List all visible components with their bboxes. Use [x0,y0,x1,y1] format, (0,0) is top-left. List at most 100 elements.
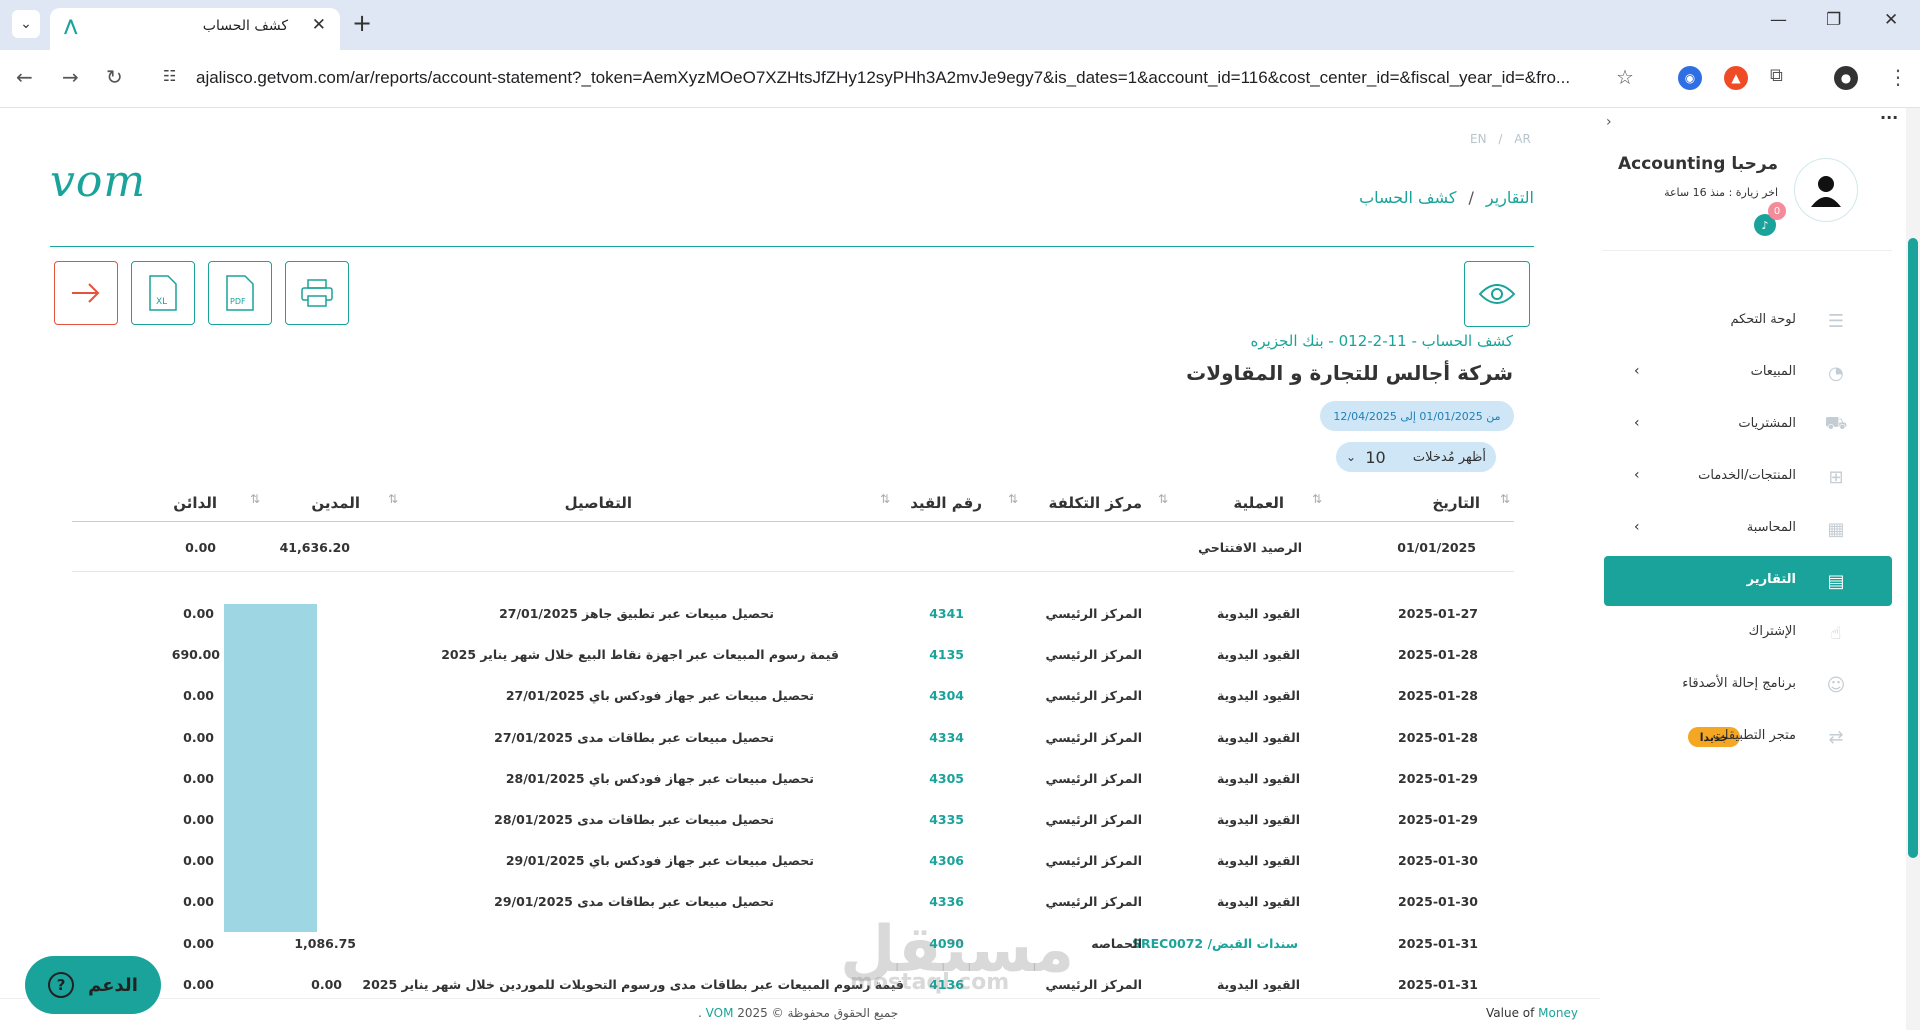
sort-icon[interactable]: ⇅ [1158,492,1168,506]
forward-icon[interactable]: → [62,65,79,89]
vom-logo[interactable]: vom [50,156,146,207]
tab-close-icon[interactable]: ✕ [312,15,326,35]
sidebar-item-purchases[interactable]: ‹ المشتريات ⛟ [1604,400,1892,450]
sidebar-item-label: المشتريات [1738,416,1796,431]
row-entry-no[interactable]: 4306 [929,853,964,868]
tagline-money: Money [1538,1006,1578,1020]
breadcrumb-reports-link[interactable]: التقارير [1486,188,1534,207]
sort-icon[interactable]: ⇅ [250,492,260,506]
row-date: 2025-01-31 [1398,935,1478,951]
footer-vom-link[interactable]: VOM [706,1006,734,1020]
user-avatar[interactable] [1794,158,1858,222]
extensions-puzzle-icon[interactable]: ⧉ [1770,65,1783,86]
col-date[interactable]: التاريخ [1432,494,1480,512]
new-tab-icon[interactable]: + [352,9,372,37]
row-cost-center: المركز الرئيسي [1045,894,1142,910]
row-date: 2025-01-28 [1398,688,1478,704]
address-bar: ← → ↻ ☷ ajalisco.getvom.com/ar/reports/a… [0,50,1920,108]
sidebar-item-dashboard[interactable]: لوحة التحكم ☰ [1604,296,1892,346]
sidebar-item-accounting[interactable]: ‹ المحاسبة ▦ [1604,504,1892,554]
support-button[interactable]: ? الدعم [25,956,161,1014]
row-entry-no[interactable]: 4335 [929,812,964,827]
profile-avatar-icon[interactable]: ● [1834,66,1858,90]
row-entry-no[interactable]: 4334 [929,730,964,745]
show-entries-value: 10 [1365,447,1386,467]
browser-menu-icon[interactable]: ⋮ [1888,65,1908,89]
lang-ar-link[interactable]: AR [1514,132,1531,146]
sidebar-item-subscription[interactable]: الإشتراك ☝ [1604,608,1892,658]
bookmark-star-icon[interactable]: ☆ [1616,65,1634,89]
back-icon[interactable]: ← [16,65,33,89]
row-operation: القيود اليدوية [1216,688,1300,704]
maximize-icon[interactable]: ❐ [1826,10,1841,30]
lang-en-link[interactable]: EN [1470,132,1487,146]
col-entry-no[interactable]: رقم القيد [910,494,982,512]
row-details: تحصيل مبيعات عبر جهاز فودكس باي 27/01/20… [505,688,814,704]
sidebar-item-label: الإشتراك [1748,624,1796,639]
sort-icon[interactable]: ⇅ [1500,492,1510,506]
row-entry-no[interactable]: 4305 [929,771,964,786]
toggle-view-button[interactable] [1464,261,1530,327]
user-add-icon: ☺ [1826,674,1846,696]
row-cost-center: المركز الرئيسي [1045,729,1142,745]
show-entries-label: أظهر مُدخلات [1412,449,1486,465]
row-cost-center: المركز الرئيسي [1045,606,1142,621]
sidebar-item-label: المحاسبة [1746,520,1796,535]
sidebar-item-reports[interactable]: التقارير ▤ [1604,556,1892,606]
sidebar-divider [1602,250,1892,251]
eye-icon [1478,284,1516,304]
row-entry-no[interactable]: 4336 [929,894,964,909]
row-details: تحصيل مبيعات عبر جهاز فودكس باي 29/01/20… [505,853,814,869]
scrollbar-thumb[interactable] [1908,238,1918,858]
xl-label: XL [156,297,167,307]
notification-count: 0 [1768,202,1786,220]
col-debit[interactable]: المدين [311,494,360,512]
col-operation[interactable]: العملية [1233,494,1284,512]
breadcrumb: التقارير / كشف الحساب [1359,188,1534,207]
sort-icon[interactable]: ⇅ [388,492,398,506]
browser-tab[interactable]: ⋀ كشف الحساب ✕ [50,8,340,50]
print-button[interactable] [285,261,349,325]
row-entry-no[interactable]: 4304 [929,688,964,703]
row-debit: 0.00 [311,976,342,992]
back-export-button[interactable] [54,261,118,325]
sort-icon[interactable]: ⇅ [1008,492,1018,506]
sales-chart-icon: ◔ [1828,362,1844,384]
row-entry-no[interactable]: 4341 [929,606,964,621]
sort-icon[interactable]: ⇅ [880,492,890,506]
extension-icon[interactable]: ◉ [1678,66,1702,90]
header-divider [50,246,1534,247]
more-options-icon[interactable]: ··· [1880,108,1898,127]
row-operation[interactable]: سندات القبض/ SREC0072 [1132,936,1298,951]
sidebar-item-sales[interactable]: ‹ المبيعات ◔ [1604,348,1892,398]
col-details[interactable]: التفاصيل [565,494,632,512]
site-settings-icon[interactable]: ☷ [163,67,176,85]
sort-icon[interactable]: ⇅ [1312,492,1322,506]
sidebar-item-app-store[interactable]: جديدا متجر التطبيقات ⇄ [1604,712,1892,762]
row-credit: 0.00 [183,976,214,992]
welcome-text: مرحبا Accounting [1617,154,1778,174]
window-close-icon[interactable]: ✕ [1884,10,1898,30]
tab-title: كشف الحساب [202,18,288,34]
watermark-site: mostaql.com [850,970,1010,995]
sidebar-item-products[interactable]: ‹ المنتجات/الخدمات ⊞ [1604,452,1892,502]
col-cost-center[interactable]: مركز التكلفة [1048,494,1142,512]
minimize-icon[interactable]: — [1770,10,1787,30]
row-operation: القيود اليدوية [1216,894,1300,910]
show-entries-select[interactable]: أظهر مُدخلات 10 ⌄ [1336,442,1496,472]
sidebar-item-referral[interactable]: برنامج إحالة الأصدقاء ☺ [1604,660,1892,710]
breadcrumb-separator: / [1468,188,1474,207]
pdf-label: PDF [230,297,246,306]
url-field[interactable]: ajalisco.getvom.com/ar/reports/account-s… [196,68,1596,88]
row-cost-center: المركز الرئيسي [1045,688,1142,704]
row-entry-no[interactable]: 4135 [929,647,964,662]
row-details: تحصيل مبيعات عبر بطاقات مدى 29/01/2025 [494,894,774,910]
export-excel-button[interactable]: XL [131,261,195,325]
opening-date: 01/01/2025 [1397,540,1476,555]
export-pdf-button[interactable]: PDF [208,261,272,325]
brave-shield-icon[interactable]: ▲ [1724,66,1748,90]
sidebar-collapse-icon[interactable]: › [1606,114,1612,130]
tab-search-button[interactable]: ⌄ [12,10,40,38]
reload-icon[interactable]: ↻ [106,65,123,89]
col-credit[interactable]: الدائن [173,494,217,512]
